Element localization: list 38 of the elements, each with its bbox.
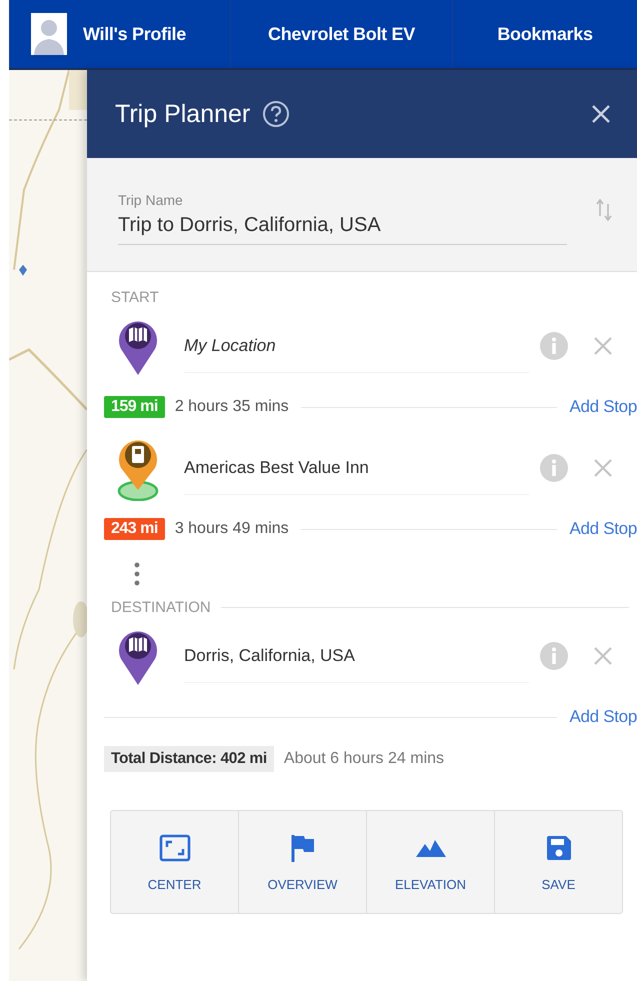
add-stop-link[interactable]: Add Stop <box>569 519 637 539</box>
nav-tab[interactable]: Bookmarks <box>453 0 637 68</box>
section-label: START <box>111 288 159 306</box>
trip-name-section[interactable]: Trip Name Trip to Dorris, California, USA <box>87 158 637 272</box>
avatar-icon <box>31 13 67 55</box>
add-stop-link[interactable]: Add Stop <box>569 397 637 417</box>
drive-time: 3 hours 49 mins <box>174 520 289 538</box>
distance-badge: 243 mi <box>104 518 165 540</box>
total-time: About 6 hours 24 mins <box>284 750 444 768</box>
more-icon[interactable] <box>134 562 140 586</box>
swap-icon[interactable] <box>595 198 613 222</box>
stop-name[interactable]: Dorris, California, USA <box>184 630 529 682</box>
stop-name[interactable]: My Location <box>184 320 529 372</box>
remove-icon[interactable] <box>593 646 613 666</box>
action-button[interactable]: CENTER <box>111 811 239 913</box>
action-button[interactable]: ELEVATION <box>367 811 495 913</box>
info-icon[interactable] <box>539 641 569 671</box>
trip-name-field[interactable]: Trip to Dorris, California, USA <box>118 208 567 245</box>
nav-tab[interactable]: Chevrolet Bolt EV <box>231 0 453 68</box>
remove-icon[interactable] <box>593 458 613 478</box>
remove-icon[interactable] <box>593 336 613 356</box>
add-stop-link[interactable]: Add Stop <box>569 707 637 727</box>
panel-title: Trip Planner <box>115 100 250 128</box>
distance-badge: 159 mi <box>104 396 165 418</box>
help-icon[interactable] <box>262 100 290 128</box>
action-button[interactable]: SAVE <box>495 811 622 913</box>
stop-name[interactable]: Americas Best Value Inn <box>184 442 529 494</box>
close-icon[interactable] <box>591 104 611 124</box>
info-icon[interactable] <box>539 331 569 361</box>
field-label: Trip Name <box>118 192 183 208</box>
action-button[interactable]: OVERVIEW <box>239 811 367 913</box>
profile-tab[interactable]: Will's Profile <box>9 0 231 68</box>
drive-time: 2 hours 35 mins <box>174 398 289 416</box>
center-icon <box>158 832 190 862</box>
info-icon[interactable] <box>539 453 569 483</box>
flag-icon <box>290 832 316 862</box>
section-label: DESTINATION <box>111 598 211 616</box>
total-distance: Total Distance: 402 mi <box>104 746 274 772</box>
